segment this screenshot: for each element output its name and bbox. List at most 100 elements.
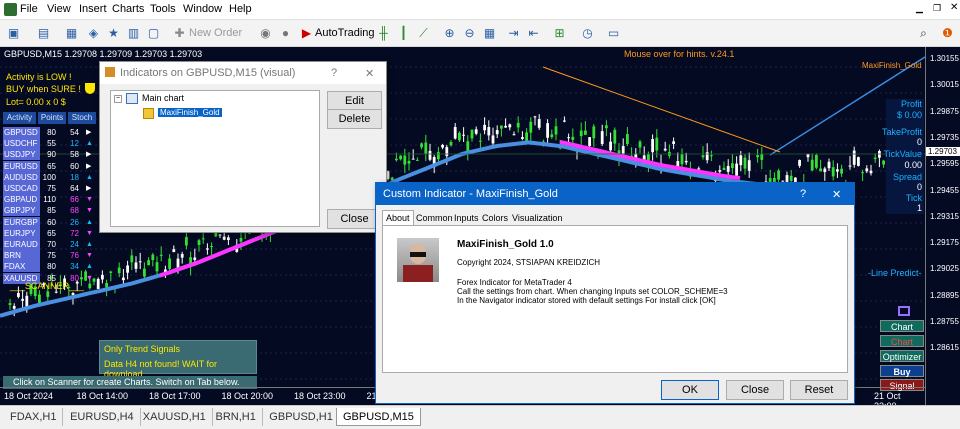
- terminal-icon[interactable]: ▥: [124, 24, 143, 43]
- zoom-in-icon[interactable]: ⊕: [440, 24, 459, 43]
- chart-tab[interactable]: XAUUSD,H1: [137, 408, 213, 426]
- tab-visualization[interactable]: Visualization: [510, 212, 564, 224]
- zoom-out-icon[interactable]: ⊖: [460, 24, 479, 43]
- menu-insert[interactable]: Insert: [79, 3, 107, 15]
- bar-chart-icon[interactable]: ╫: [374, 24, 393, 43]
- optimizer-button[interactable]: Optimizer: [880, 350, 924, 362]
- scanner-header-activity[interactable]: Activity: [3, 112, 36, 124]
- tab-colors[interactable]: Colors: [480, 212, 510, 224]
- scanner-symbol[interactable]: GBPAUD: [3, 194, 40, 206]
- tile-icon[interactable]: ▦: [480, 24, 499, 43]
- close-icon[interactable]: ✕: [365, 67, 374, 80]
- market-watch-icon[interactable]: ▦: [62, 24, 81, 43]
- scanner-symbol[interactable]: AUDUSD: [3, 171, 40, 183]
- tree-child-indicator[interactable]: MaxiFinish_Gold: [158, 108, 222, 117]
- menu-help[interactable]: Help: [229, 3, 252, 15]
- scanner-row[interactable]: USDCHF 55 12 ▲: [3, 138, 98, 150]
- chart-copy-button[interactable]: Chart copy: [880, 320, 924, 344]
- time-tick: 18 Oct 14:00: [76, 391, 129, 401]
- edit-button[interactable]: Edit: [327, 91, 382, 111]
- scroll-icon[interactable]: ⇥: [504, 24, 523, 43]
- tab-inputs[interactable]: Inputs: [452, 212, 481, 224]
- scanner-symbol[interactable]: FDAX: [3, 261, 40, 273]
- signals-icon[interactable]: ●: [276, 24, 295, 43]
- search-icon[interactable]: ⌕: [914, 24, 933, 43]
- scanner-symbol[interactable]: EURJPY: [3, 227, 40, 239]
- scanner-row[interactable]: GBPJPY 85 68 ▼: [3, 205, 98, 217]
- scanner-row[interactable]: BRN 75 76 ▼: [3, 250, 98, 262]
- profiles-icon[interactable]: ▤: [34, 24, 53, 43]
- buy-button[interactable]: Buy: [880, 365, 924, 377]
- restore-icon[interactable]: ❐: [933, 3, 941, 14]
- menu-tools[interactable]: Tools: [150, 3, 176, 15]
- custom-close-button[interactable]: Close: [726, 380, 784, 400]
- reset-button[interactable]: Reset: [790, 380, 848, 400]
- copy-icon[interactable]: [898, 306, 910, 316]
- scanner-row[interactable]: EURUSD 65 60 ▶: [3, 160, 98, 172]
- scanner-symbol[interactable]: USDCHF: [3, 138, 40, 150]
- autotrading-icon[interactable]: ▶: [297, 24, 316, 43]
- scanner-symbol[interactable]: EURGBP: [3, 216, 40, 228]
- chart-tab[interactable]: GBPUSD,H1: [263, 408, 340, 426]
- line-chart-icon[interactable]: ⟋: [414, 24, 433, 43]
- chart-tab[interactable]: EURUSD,H4: [64, 408, 141, 426]
- new-order-icon[interactable]: ✚: [170, 24, 189, 43]
- minimize-icon[interactable]: ▁: [916, 3, 923, 14]
- scanner-symbol[interactable]: GBPUSD: [3, 127, 40, 138]
- navigator-icon[interactable]: ★: [104, 24, 123, 43]
- metaeditor-icon[interactable]: ◉: [256, 24, 275, 43]
- scanner-row[interactable]: FDAX 80 34 ▲: [3, 261, 98, 273]
- tree-root[interactable]: Main chart: [142, 93, 184, 103]
- candles-icon[interactable]: ┃: [394, 24, 413, 43]
- scanner-symbol[interactable]: BRN: [3, 250, 40, 262]
- close-window-icon[interactable]: ✕: [950, 2, 958, 13]
- chart-tab[interactable]: GBPUSD,M15: [336, 408, 421, 426]
- tester-icon[interactable]: ▢: [144, 24, 163, 43]
- menu-view[interactable]: View: [47, 3, 71, 15]
- autotrading-button[interactable]: AutoTrading: [315, 27, 375, 39]
- scanner-row[interactable]: EURAUD 70 24 ▲: [3, 239, 98, 250]
- templates-icon[interactable]: ▭: [604, 24, 623, 43]
- scanner-header-points[interactable]: Points: [38, 112, 66, 124]
- chart-top-button[interactable]: Chart TOP: [880, 335, 924, 359]
- scanner-row[interactable]: AUDUSD 100 18 ▲: [3, 171, 98, 183]
- scanner-label[interactable]: ___SCANNER___: [10, 281, 84, 291]
- scanner-symbol[interactable]: USDJPY: [3, 149, 40, 161]
- scanner-points: 85: [47, 206, 56, 216]
- ok-button[interactable]: OK: [661, 380, 719, 400]
- scanner-symbol[interactable]: GBPJPY: [3, 205, 40, 217]
- scanner-symbol[interactable]: EURAUD: [3, 239, 40, 250]
- scanner-symbol[interactable]: USDCAD: [3, 183, 40, 194]
- menu-charts[interactable]: Charts: [112, 3, 144, 15]
- help-icon[interactable]: ?: [331, 67, 337, 79]
- scanner-points: 55: [47, 139, 56, 149]
- custom-close-icon[interactable]: ✕: [832, 188, 841, 201]
- tab-common[interactable]: Common: [414, 212, 455, 224]
- scanner-header-stoch[interactable]: Stoch: [68, 112, 96, 124]
- periods-icon[interactable]: ◷: [578, 24, 597, 43]
- scanner-row[interactable]: USDJPY 90 58 ▶: [3, 149, 98, 161]
- chart-tab[interactable]: FDAX,H1: [4, 408, 64, 426]
- scanner-symbol[interactable]: EURUSD: [3, 160, 40, 172]
- spread-label: Spread: [892, 172, 922, 182]
- scanner-row[interactable]: USDCAD 75 64 ▶: [3, 183, 98, 194]
- scanner-row[interactable]: EURGBP 60 26 ▲: [3, 216, 98, 228]
- collapse-icon[interactable]: −: [114, 95, 122, 103]
- close-button[interactable]: Close: [327, 209, 382, 229]
- chart-tab[interactable]: BRN,H1: [210, 408, 263, 426]
- custom-help-icon[interactable]: ?: [800, 188, 806, 200]
- scanner-row[interactable]: EURJPY 65 72 ▼: [3, 227, 98, 239]
- new-chart-icon[interactable]: ▣: [4, 24, 23, 43]
- scanner-row[interactable]: GBPUSD 80 54 ▶: [3, 127, 98, 138]
- scanner-row[interactable]: GBPAUD 110 66 ▼: [3, 194, 98, 206]
- tab-about[interactable]: About: [382, 210, 414, 225]
- notification-icon[interactable]: ❶: [938, 24, 957, 43]
- menu-file[interactable]: File: [20, 3, 38, 15]
- data-window-icon[interactable]: ◈: [84, 24, 103, 43]
- scanner-points: 80: [47, 128, 56, 137]
- menu-window[interactable]: Window: [183, 3, 222, 15]
- indicators-icon[interactable]: ⊞: [550, 24, 569, 43]
- new-order-button[interactable]: New Order: [189, 27, 242, 39]
- delete-button[interactable]: Delete: [327, 109, 382, 129]
- shift-icon[interactable]: ⇤: [524, 24, 543, 43]
